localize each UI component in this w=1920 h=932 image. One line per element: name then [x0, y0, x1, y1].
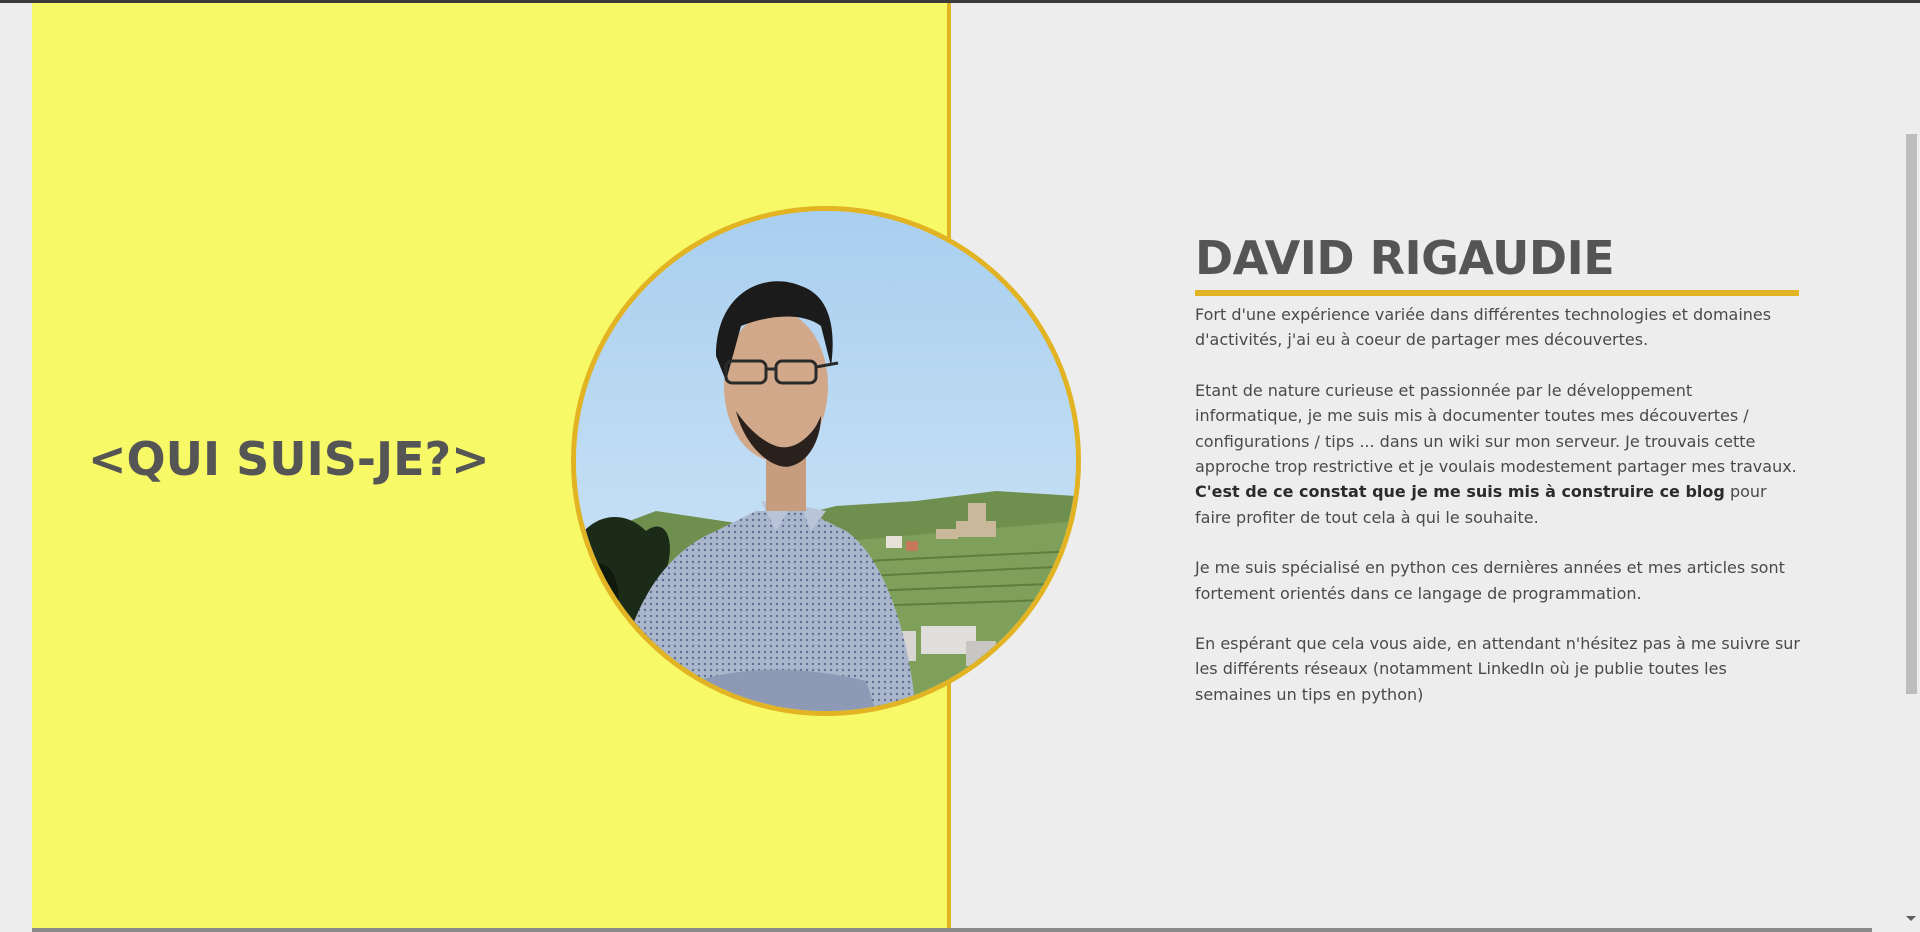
section-heading: <QUI SUIS-JE?> [88, 432, 490, 486]
scroll-down-arrow-icon[interactable] [1906, 916, 1916, 921]
name-underline [1195, 290, 1799, 296]
bio-paragraph-2-start: Etant de nature curieuse et passionnée p… [1195, 380, 1797, 477]
bio-block: DAVID RIGAUDIE Fort d'une expérience var… [1195, 230, 1800, 732]
author-name: DAVID RIGAUDIE [1195, 231, 1615, 285]
bottom-bar [32, 928, 1872, 932]
bio-paragraph-3: Je me suis spécialisé en python ces dern… [1195, 558, 1785, 603]
left-gutter [0, 3, 32, 932]
bio-paragraph-2: Etant de nature curieuse et passionnée p… [1195, 378, 1800, 530]
bio-paragraph-4: En espérant que cela vous aide, en atten… [1195, 634, 1801, 704]
scrollbar-thumb[interactable] [1906, 134, 1917, 694]
portrait-photo [576, 211, 1076, 711]
author-portrait [571, 206, 1081, 716]
bio-paragraph-2-bold: C'est de ce constat que je me suis mis à… [1195, 482, 1725, 502]
bio-paragraph-1: Fort d'une expérience variée dans différ… [1195, 305, 1772, 350]
